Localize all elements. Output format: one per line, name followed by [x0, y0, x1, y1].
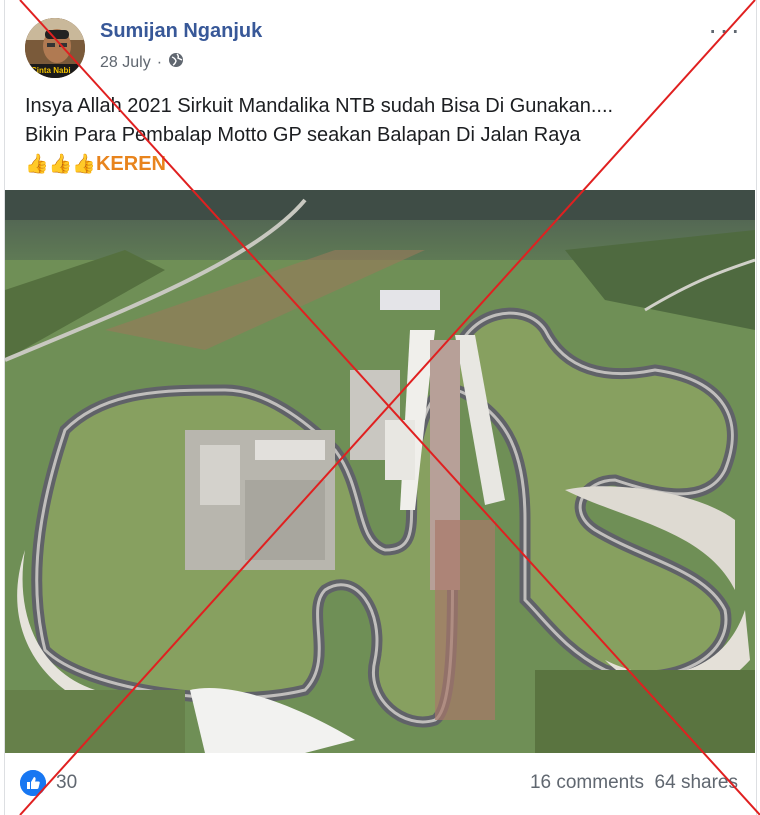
- post-text-line: Bikin Para Pembalap Motto GP seakan Bala…: [25, 124, 581, 146]
- like-reaction-icon[interactable]: [20, 770, 46, 796]
- svg-text:Cinta Nabi: Cinta Nabi: [31, 66, 71, 75]
- engagement-stats: 16 comments 64 shares: [530, 772, 738, 794]
- post-date[interactable]: 28 July: [100, 54, 151, 72]
- highlight-text: KEREN: [95, 153, 166, 175]
- meta-separator: ·: [156, 53, 163, 71]
- post-text-line: Insya Allah 2021 Sirkuit Mandalika NTB s…: [25, 95, 614, 117]
- post-text-line: 👍👍👍KEREN: [25, 150, 745, 179]
- shares-count[interactable]: 64 shares: [655, 772, 738, 793]
- post-photo[interactable]: [5, 190, 755, 753]
- thumbs-up-icon: 👍👍👍: [25, 154, 96, 175]
- comments-count[interactable]: 16 comments: [530, 772, 644, 793]
- reactions-count[interactable]: 30: [56, 772, 77, 794]
- post-footer: 30 16 comments 64 shares: [20, 768, 738, 798]
- post-text: Insya Allah 2021 Sirkuit Mandalika NTB s…: [25, 92, 745, 179]
- globe-icon: [168, 52, 184, 73]
- more-options-icon[interactable]: ···: [708, 16, 742, 44]
- avatar[interactable]: Cinta Nabi: [25, 18, 85, 78]
- author-name[interactable]: Sumijan Nganjuk: [100, 20, 262, 43]
- post-meta: 28 July ·: [100, 52, 184, 73]
